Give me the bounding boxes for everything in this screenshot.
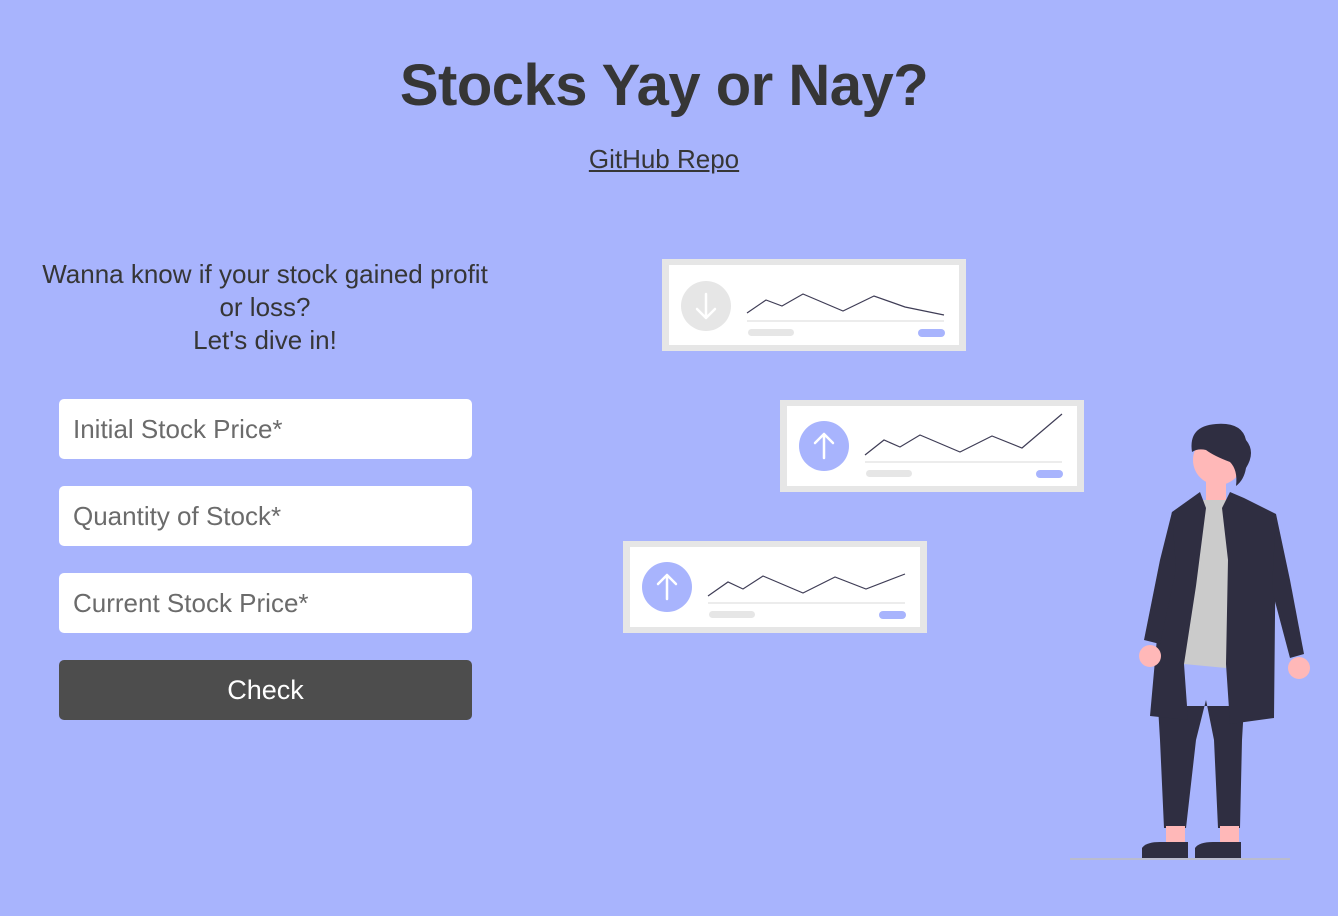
- person-figure: [1070, 423, 1310, 860]
- arrow-up-icon: [642, 562, 692, 612]
- stock-card-up-1: [780, 400, 1084, 492]
- arrow-down-icon: [681, 281, 731, 331]
- stock-card-up-2: [623, 541, 927, 633]
- stocks-illustration: [623, 259, 1310, 860]
- stock-card-down: [662, 259, 966, 351]
- arrow-up-icon: [799, 421, 849, 471]
